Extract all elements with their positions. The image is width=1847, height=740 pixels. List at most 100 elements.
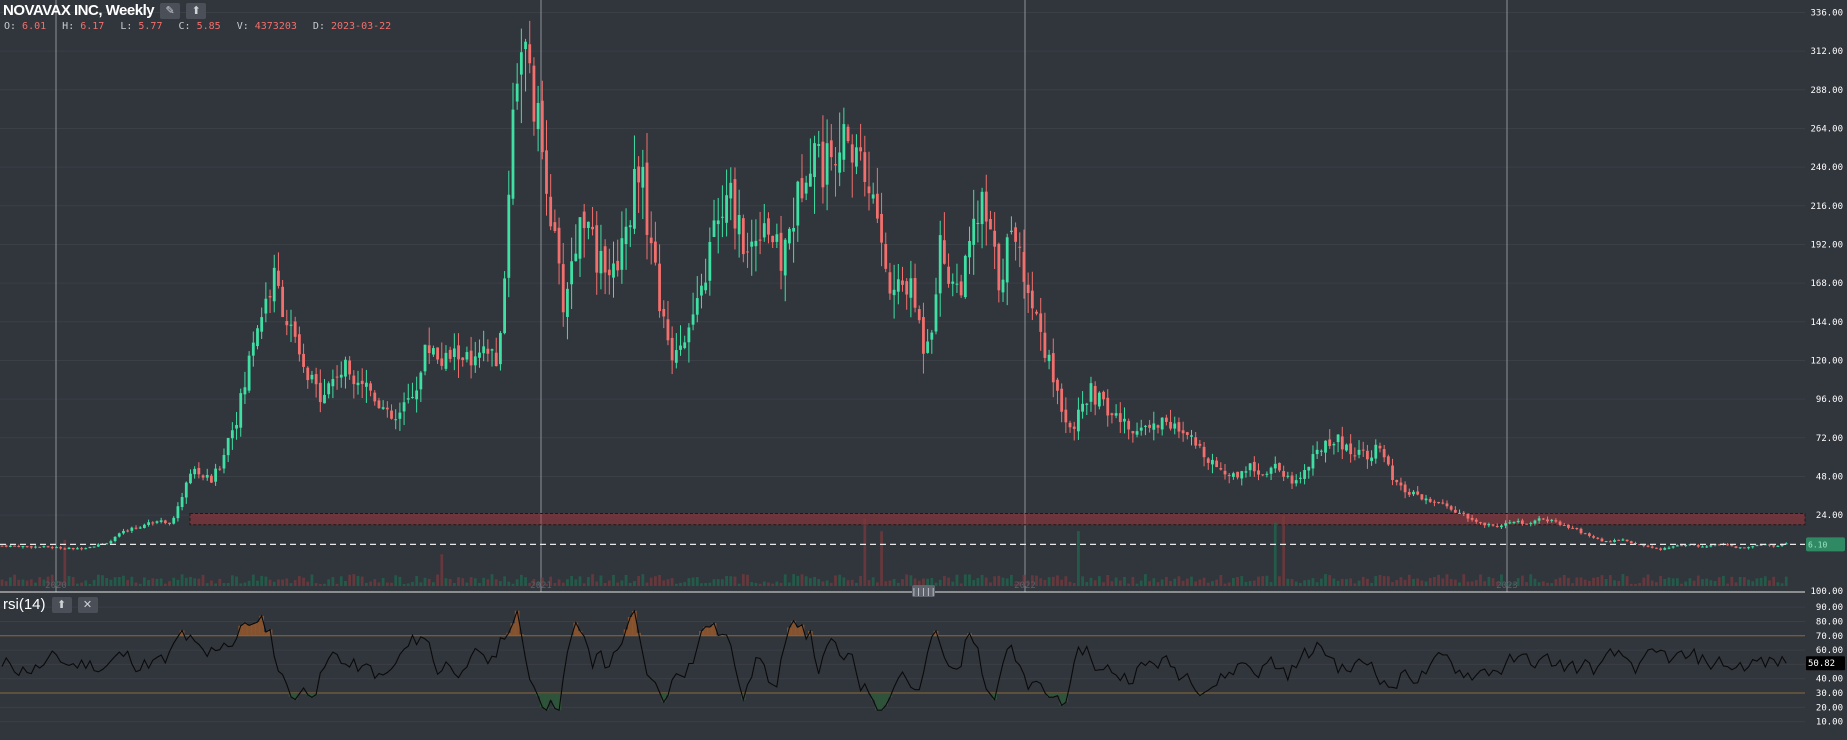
volume-bar: [1655, 582, 1658, 586]
candle-body: [515, 83, 519, 102]
volume-bar: [1424, 581, 1428, 586]
volume-bar: [13, 574, 16, 586]
candle-body: [729, 182, 733, 199]
x-tick-label: 2020: [45, 581, 67, 591]
candle-body: [959, 281, 963, 296]
candle-body: [1579, 528, 1583, 534]
volume-bar: [482, 577, 486, 586]
candle-body: [42, 546, 46, 548]
x-tick-label: 2022: [1014, 581, 1036, 591]
candle-body: [942, 240, 946, 264]
date-key: D:: [312, 21, 325, 32]
drag-handle-icon[interactable]: |||||: [911, 585, 936, 597]
candle-body: [218, 468, 222, 470]
volume-bar: [905, 574, 909, 586]
candle-body: [884, 243, 888, 269]
candle-body: [1273, 463, 1277, 469]
volume-bar: [1236, 576, 1239, 586]
candle-body: [1420, 494, 1424, 500]
candle-body: [1139, 427, 1143, 431]
volume-bar: [771, 583, 775, 586]
volume-bar: [1713, 580, 1717, 586]
volume-bar: [804, 576, 808, 586]
volume-bar: [570, 575, 574, 586]
volume-bar: [130, 576, 134, 586]
candle-body: [1018, 246, 1022, 248]
volume-bar: [243, 582, 247, 586]
rsi-overbought-fill: [510, 623, 516, 636]
volume-bar: [993, 576, 997, 586]
volume-bar: [84, 580, 88, 586]
candle-body: [1152, 423, 1156, 430]
volume-bar: [1625, 576, 1629, 586]
volume-bar: [1089, 577, 1093, 586]
candle-body: [0, 545, 4, 547]
candle-body: [532, 65, 536, 122]
candle-body: [381, 407, 385, 409]
volume-bar: [1784, 576, 1788, 586]
candle-body: [616, 260, 620, 271]
candle-body: [1278, 462, 1281, 471]
volume-bar: [624, 574, 628, 586]
candle-body: [783, 239, 787, 276]
volume-bar: [17, 579, 21, 586]
volume-bar: [1093, 580, 1097, 586]
volume-bar: [984, 577, 988, 586]
volume-bar: [486, 579, 490, 586]
volume-bar: [1202, 577, 1206, 586]
candle-body: [549, 196, 553, 227]
rsi-oversold-fill: [539, 693, 545, 708]
volume-bar: [737, 583, 741, 586]
candle-body: [256, 328, 259, 347]
y-tick-label: 120.00: [1810, 356, 1843, 366]
up-arrow-icon[interactable]: ⬆: [186, 2, 207, 19]
candle-body: [980, 191, 984, 225]
volume-bar: [172, 577, 176, 586]
volume-bar: [461, 578, 465, 586]
candle-body: [1621, 539, 1625, 541]
volume-bar: [1445, 574, 1449, 586]
y-tick-label: 216.00: [1810, 202, 1843, 212]
candle-body: [13, 545, 16, 547]
candle-body: [402, 402, 406, 412]
candle-body: [1479, 522, 1482, 524]
pencil-icon[interactable]: ✎: [160, 2, 181, 19]
volume-bar: [1433, 576, 1436, 586]
up-arrow-icon[interactable]: ⬆: [51, 596, 72, 613]
volume-bar: [1646, 574, 1650, 586]
price-chart[interactable]: 2020 2021 2022 2023 336.00 312.00 288.00 264.0…: [0, 0, 1847, 740]
candle-body: [963, 255, 967, 298]
volume-bar: [1298, 583, 1302, 586]
volume-bar: [143, 577, 146, 586]
last-price-badge-text: 6.10: [1808, 540, 1827, 549]
volume-bar: [1198, 579, 1202, 586]
candle-body: [1701, 546, 1704, 548]
candle-body: [741, 218, 745, 255]
candle-body: [1123, 418, 1126, 422]
rsi-overbought-fill: [707, 626, 713, 636]
volume-bar: [1144, 574, 1147, 586]
volume-bar: [1420, 580, 1424, 586]
volume-bar: [4, 581, 8, 586]
volume-bar: [29, 579, 33, 586]
candle-body: [842, 124, 846, 160]
candle-body: [1504, 523, 1508, 526]
candle-body: [762, 223, 766, 238]
candle-body: [1747, 547, 1750, 549]
candle-body: [1056, 379, 1059, 391]
volume-bar: [679, 582, 682, 586]
candle-body: [1550, 519, 1554, 521]
close-icon[interactable]: ✕: [77, 596, 98, 613]
volume-bar: [1068, 581, 1072, 586]
candle-body: [1537, 518, 1541, 521]
volume-bar: [976, 577, 980, 586]
volume-bar: [599, 575, 603, 586]
y-tick-label: 100.00: [1810, 587, 1843, 597]
candle-body: [113, 536, 117, 542]
volume-bar: [863, 518, 867, 586]
candle-body: [892, 289, 896, 296]
candle-body: [1399, 482, 1403, 486]
y-tick-label: 192.00: [1810, 240, 1843, 250]
volume-bar: [1659, 576, 1662, 586]
volume-bar: [729, 576, 733, 586]
